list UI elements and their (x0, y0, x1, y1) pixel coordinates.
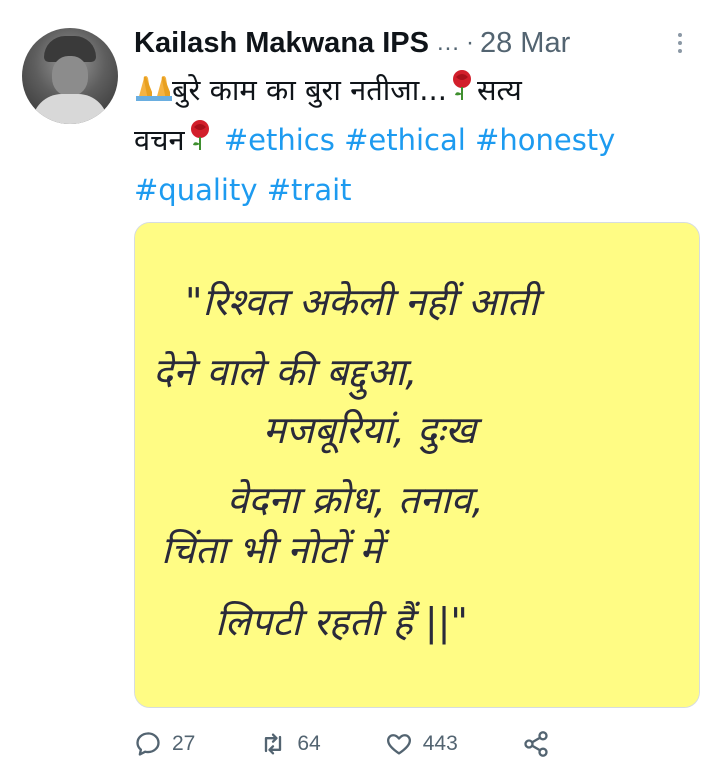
truncation-ellipsis: ... (436, 29, 460, 56)
hashtag-trait[interactable]: #trait (267, 173, 352, 207)
note-line-1: "रिश्वत अकेली नहीं आती (185, 280, 545, 324)
text-part-1: बुरे काम का बुरा नतीजा... (172, 73, 447, 107)
note-line-5: चिंता भी नोटों में (161, 528, 390, 572)
hashtag-quality[interactable]: #quality (134, 173, 258, 207)
author-name[interactable]: Kailash Makwana IPS (134, 27, 429, 60)
folded-hands-icon (134, 68, 172, 116)
note-line-2: देने वाले की बद्दुआ, (153, 350, 417, 401)
separator-dot: · (465, 29, 474, 56)
note-line-3: मजबूरियां, दुःख (263, 408, 483, 454)
rose-icon (185, 118, 215, 166)
rose-icon (447, 68, 477, 116)
share-button[interactable] (522, 730, 550, 758)
tweet-header: Kailash Makwana IPS ... · 28 Mar (134, 22, 690, 64)
reply-button[interactable]: 27 (134, 730, 195, 758)
handwritten-note: "रिश्वत अकेली नहीं आती देने वाले की बद्द… (135, 223, 699, 707)
like-icon (386, 734, 411, 755)
like-button[interactable]: 443 (385, 730, 458, 758)
retweet-icon (265, 733, 282, 755)
more-icon[interactable] (670, 27, 690, 59)
like-count: 443 (422, 732, 458, 755)
text-part-3: वचन (134, 123, 185, 157)
retweet-button[interactable]: 64 (259, 730, 321, 758)
share-icon (524, 731, 548, 757)
hashtag-ethics[interactable]: #ethics (224, 123, 335, 157)
action-bar: 27 64 443 (134, 722, 694, 766)
reply-count: 27 (172, 732, 196, 755)
tweet-text: बुरे काम का बुरा नतीजा... सत्य वचन #ethi… (134, 66, 694, 214)
text-part-2: सत्य (476, 73, 522, 107)
avatar[interactable] (22, 28, 118, 124)
hashtag-honesty[interactable]: #honesty (475, 123, 615, 157)
reply-icon (136, 732, 160, 756)
note-line-4: वेदना क्रोध, तनाव, (227, 478, 484, 522)
note-line-6: लिपटी रहती हैं ||" (215, 600, 468, 645)
tweet-date[interactable]: 28 Mar (480, 27, 570, 60)
hashtag-ethical[interactable]: #ethical (344, 123, 466, 157)
retweet-count: 64 (297, 732, 321, 755)
tweet-image[interactable]: "रिश्वत अकेली नहीं आती देने वाले की बद्द… (134, 222, 700, 708)
